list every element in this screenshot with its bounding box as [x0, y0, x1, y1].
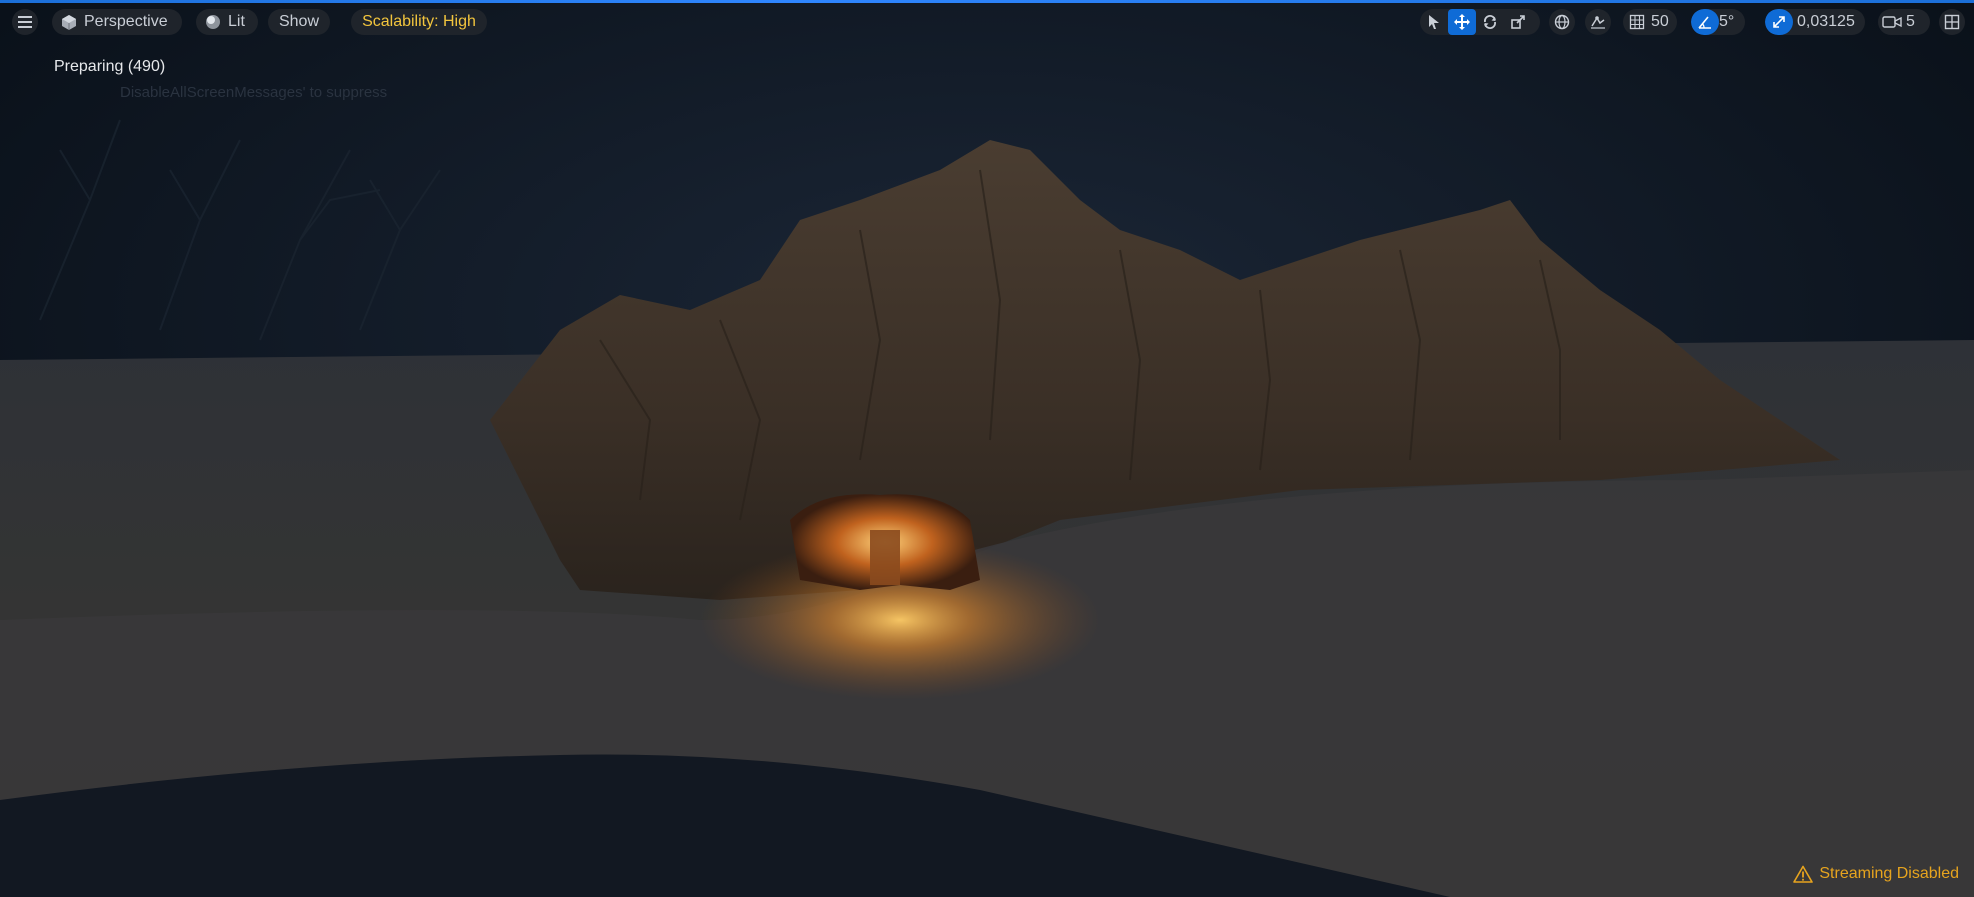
streaming-status[interactable]: Streaming Disabled — [1793, 865, 1959, 883]
scalability-button[interactable]: Scalability: High — [351, 9, 487, 35]
move-arrows-icon — [1454, 14, 1470, 30]
coordinate-system-button[interactable] — [1549, 9, 1575, 35]
grid-snap-value[interactable]: 50 — [1651, 13, 1677, 31]
viewport-layout-button[interactable] — [1939, 9, 1965, 35]
camera-speed-value[interactable]: 5 — [1906, 13, 1923, 31]
scale-tool-button[interactable] — [1504, 9, 1532, 35]
translate-tool-button[interactable] — [1448, 9, 1476, 35]
perspective-button[interactable]: Perspective — [52, 9, 182, 35]
scale-snap-toggle[interactable] — [1765, 9, 1793, 35]
layout-grid-icon — [1944, 14, 1960, 30]
lit-label: Lit — [228, 13, 245, 30]
shader-preparing-message: Preparing (490) — [54, 58, 166, 75]
viewport-active-border — [0, 0, 1974, 3]
rotate-tool-button[interactable] — [1476, 9, 1504, 35]
select-arrow-icon — [1429, 15, 1439, 29]
cube-icon — [62, 15, 76, 30]
perspective-label: Perspective — [84, 13, 168, 30]
camera-speed-group[interactable]: 5 — [1878, 9, 1930, 35]
hamburger-menu-icon — [18, 16, 32, 28]
camera-speed-toggle[interactable] — [1878, 9, 1906, 35]
surface-snapping-button[interactable] — [1585, 9, 1611, 35]
rotate-icon — [1484, 15, 1496, 29]
scale-snap-group[interactable]: 0,03125 — [1765, 9, 1865, 35]
rotation-snap-toggle[interactable] — [1691, 9, 1719, 35]
grid-icon — [1629, 14, 1645, 30]
grid-snap-toggle[interactable] — [1623, 9, 1651, 35]
transform-tools-group — [1420, 9, 1540, 35]
rotation-snap-group[interactable]: 5° — [1691, 9, 1745, 35]
surface-snap-icon — [1591, 16, 1605, 29]
show-label: Show — [278, 13, 320, 30]
globe-icon — [1554, 14, 1570, 30]
show-button[interactable]: Show — [268, 9, 330, 35]
scale-snap-value[interactable]: 0,03125 — [1793, 13, 1855, 31]
lit-sphere-icon — [206, 15, 220, 29]
scale-snap-icon — [1773, 16, 1785, 28]
level-viewport[interactable]: Perspective Lit Show Scalability: High 5… — [0, 0, 1974, 897]
screen-message-hint: DisableAllScreenMessages' to suppress — [120, 84, 388, 101]
grid-snap-group[interactable]: 50 — [1623, 9, 1677, 35]
angle-icon — [1698, 16, 1711, 29]
view-mode-lit-button[interactable]: Lit — [196, 9, 258, 35]
warning-triangle-icon — [1793, 865, 1814, 883]
rotation-snap-value[interactable]: 5° — [1719, 13, 1742, 31]
scalability-label: Scalability: High — [362, 13, 476, 30]
scale-icon — [1511, 15, 1525, 29]
select-tool-button[interactable] — [1420, 9, 1448, 35]
viewport-options-button[interactable] — [12, 9, 38, 35]
scene-render[interactable] — [0, 0, 1974, 897]
streaming-status-label: Streaming Disabled — [1819, 865, 1959, 882]
camera-icon — [1882, 16, 1902, 28]
